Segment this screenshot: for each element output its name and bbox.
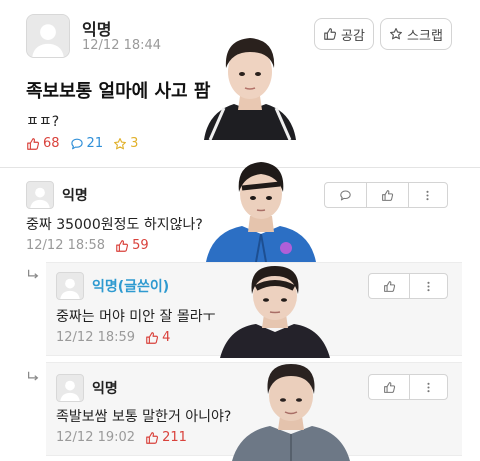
comment-time: 12/12 18:58	[26, 238, 106, 253]
thumbs-up-icon	[383, 381, 396, 394]
comment-like-count: 59	[115, 238, 149, 253]
reply-arrow-icon	[26, 370, 40, 384]
comment-meta: 12/12 18:58 59	[26, 238, 159, 253]
reply-like-count: 4	[145, 330, 170, 345]
speech-bubble-icon	[339, 189, 352, 202]
star-icon	[113, 137, 127, 151]
post-author-avatar	[26, 14, 70, 58]
user-avatar-icon	[57, 375, 83, 401]
post-stats: 68 21 3	[26, 136, 148, 151]
star-icon	[389, 27, 403, 41]
scrap-button[interactable]: 스크랩	[380, 18, 452, 50]
thumbs-up-icon	[381, 189, 394, 202]
reply-actions	[368, 273, 448, 299]
comment-author: 익명	[62, 188, 88, 204]
comment-more-button[interactable]	[407, 183, 447, 207]
reply-more-button[interactable]	[409, 274, 447, 298]
post-time: 12/12 18:44	[82, 38, 162, 53]
like-button-label: 공감	[341, 28, 365, 44]
post-title: 족보보통 얼마에 사고 팜	[26, 81, 211, 102]
reply-arrow-icon	[26, 268, 40, 282]
user-avatar-icon	[57, 273, 83, 299]
more-vertical-icon	[422, 280, 435, 293]
comment-like-button[interactable]	[366, 183, 407, 207]
reply-like-button[interactable]	[369, 274, 409, 298]
scrap-button-label: 스크랩	[407, 28, 443, 44]
person-photo	[232, 360, 350, 461]
person-photo	[220, 262, 330, 358]
post-body: ㅍㅍ?	[26, 114, 60, 130]
post-comment-count: 21	[70, 136, 103, 151]
post-like-count: 68	[26, 136, 60, 151]
thumbs-up-icon	[383, 280, 396, 293]
comment-actions	[324, 182, 448, 208]
thumbs-up-icon	[115, 239, 129, 253]
person-photo	[206, 158, 316, 262]
reply-avatar	[56, 272, 84, 300]
reply-author: 익명(글쓴이)	[92, 279, 170, 295]
reply-actions	[368, 374, 448, 400]
post-scrap-count: 3	[113, 136, 138, 151]
reply-text: 중짜는 머야 미안 잘 몰라ㅜ	[56, 309, 216, 325]
reply-time: 12/12 18:59	[56, 330, 136, 345]
post-author: 익명	[82, 20, 112, 39]
reply-avatar	[56, 374, 84, 402]
reply-text: 족발보쌈 보통 말한거 아니야?	[56, 409, 232, 425]
reply-like-button[interactable]	[369, 375, 409, 399]
comment-avatar	[26, 181, 54, 209]
thumbs-up-icon	[323, 27, 337, 41]
user-avatar-icon	[27, 182, 53, 208]
reply-meta: 12/12 19:02 211	[56, 430, 197, 445]
speech-bubble-icon	[70, 137, 84, 151]
person-photo	[204, 28, 296, 140]
user-avatar-icon	[27, 15, 69, 57]
reply-like-count: 211	[145, 430, 187, 445]
thumbs-up-icon	[26, 137, 40, 151]
like-button[interactable]: 공감	[314, 18, 374, 50]
reply-more-button[interactable]	[409, 375, 447, 399]
thumbs-up-icon	[145, 431, 159, 445]
reply-time: 12/12 19:02	[56, 430, 136, 445]
reply-meta: 12/12 18:59 4	[56, 330, 180, 345]
reply-author: 익명	[92, 381, 118, 397]
thumbs-up-icon	[145, 331, 159, 345]
more-vertical-icon	[422, 381, 435, 394]
more-vertical-icon	[421, 189, 434, 202]
comment-text: 중짜 35000원정도 하지않나?	[26, 217, 203, 233]
comment-reply-button[interactable]	[325, 183, 366, 207]
